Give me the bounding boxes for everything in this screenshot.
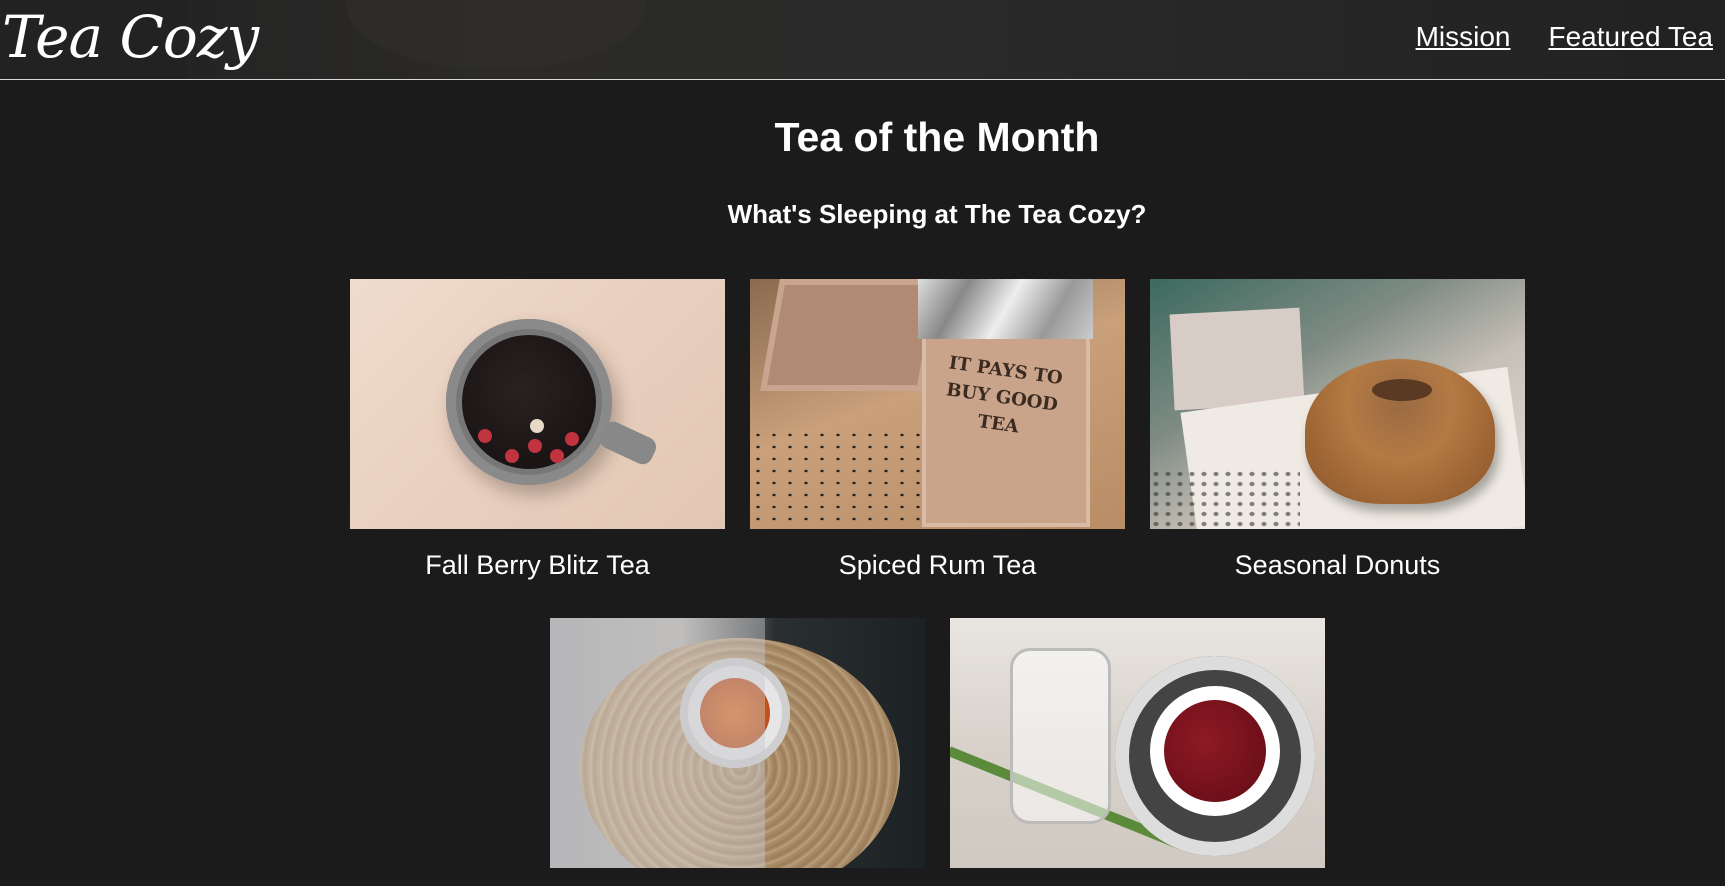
tea-item-caption: Fall Berry Blitz Tea [425, 550, 650, 580]
tea-cup-image [550, 618, 925, 868]
tea-item-caption: Spiced Rum Tea [838, 550, 1037, 580]
page-title: Tea of the Month [774, 114, 1100, 160]
site-logo[interactable]: Tea Cozy [2, 2, 259, 72]
red-tea-cup-image [950, 618, 1325, 868]
page-subtitle: What's Sleeping at The Tea Cozy? [727, 199, 1147, 229]
nav-link-mission[interactable]: Mission [1416, 20, 1511, 54]
nav-link-featured-tea[interactable]: Featured Tea [1549, 20, 1714, 54]
main-nav: Mission Featured Tea [1416, 20, 1713, 54]
spiced-rum-image: IT PAYS TO BUY GOOD TEA [750, 279, 1125, 529]
tea-item-caption: Seasonal Donuts [1234, 550, 1441, 580]
tea-item-fall-berry: Fall Berry Blitz Tea [350, 279, 725, 583]
fall-berry-image [350, 279, 725, 529]
box-label-text: IT PAYS TO BUY GOOD TEA [944, 352, 1064, 438]
tea-item-seasonal-donuts: Seasonal Donuts [1150, 279, 1525, 583]
site-header: Tea Cozy Mission Featured Tea [0, 0, 1725, 80]
tea-item-spiced-rum: IT PAYS TO BUY GOOD TEA Spiced Rum Tea [750, 279, 1125, 583]
tea-item-4 [550, 618, 925, 886]
tea-item-5 [950, 618, 1325, 886]
seasonal-donuts-image [1150, 279, 1525, 529]
